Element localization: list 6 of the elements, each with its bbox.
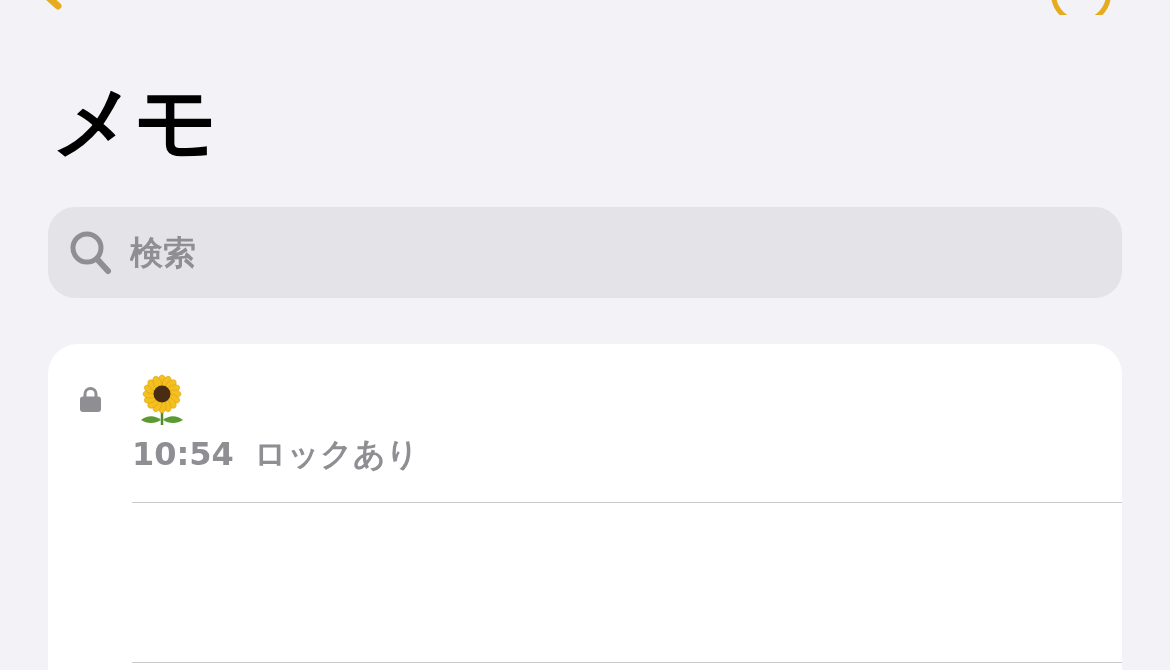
note-time: 10:54	[132, 435, 234, 474]
back-chevron-icon[interactable]	[44, 0, 62, 11]
note-preview: ロックあり	[253, 435, 419, 474]
ring-icon[interactable]	[1050, 0, 1112, 15]
search-icon	[70, 231, 112, 276]
page-title: メモ	[52, 75, 216, 170]
